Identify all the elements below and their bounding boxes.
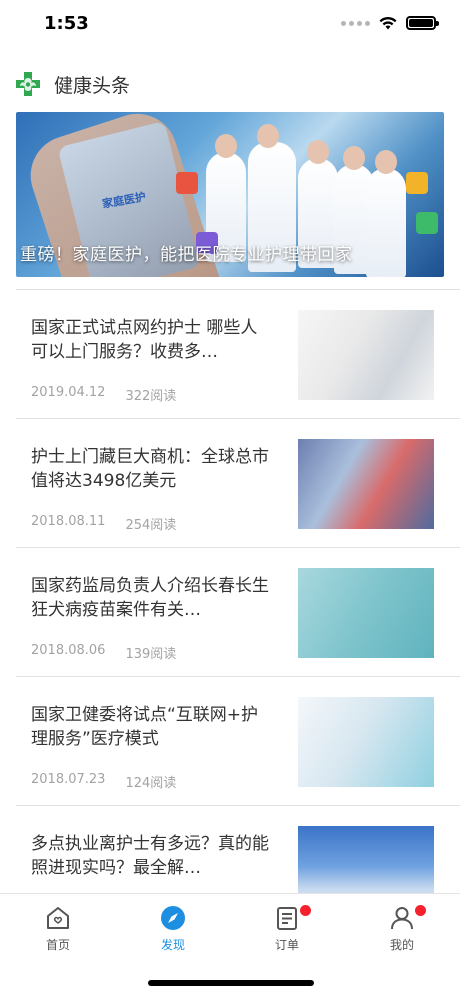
banner-app-icon <box>176 172 198 194</box>
home-indicator <box>148 980 314 986</box>
news-reads: 139阅读 <box>125 647 177 662</box>
signal-icon <box>341 20 370 26</box>
page-title: 健康头条 <box>54 74 131 97</box>
tab-profile[interactable]: 我的 <box>372 904 432 956</box>
news-title: 国家正式试点网约护士 哪些人可以上门服务？收费多… <box>31 318 258 362</box>
news-reads: 254阅读 <box>125 518 177 533</box>
news-thumbnail <box>298 439 434 529</box>
tab-label: 订单 <box>274 938 299 952</box>
tab-label: 我的 <box>389 938 414 952</box>
home-icon <box>47 907 69 929</box>
tab-label: 发现 <box>160 938 185 952</box>
status-bar: 1:53 <box>0 0 460 50</box>
news-title: 国家卫健委将试点“互联网+护理服务”医疗模式 <box>31 705 259 749</box>
wifi-icon <box>379 16 397 30</box>
banner-caption: 重磅！家庭医护，能把医院专业护理带回家 <box>20 245 353 265</box>
banner-app-icon <box>406 172 428 194</box>
news-title: 国家药监局负责人介绍长春长生狂犬病疫苗案件有关… <box>31 576 269 620</box>
health-cross-icon <box>16 72 40 96</box>
battery-icon <box>406 16 439 30</box>
banner-app-icon <box>416 212 438 234</box>
section-header: 健康头条 <box>14 64 130 104</box>
banner[interactable]: 家庭医护 重磅！家庭医护，能把医院专业护理带回家 <box>16 112 444 277</box>
news-item[interactable]: 国家药监局负责人介绍长春长生狂犬病疫苗案件有关… 2018.08.06 139阅… <box>16 547 460 676</box>
order-icon <box>277 907 297 930</box>
tab-bar: 首页 发现 订单 我的 <box>0 893 460 996</box>
profile-icon <box>391 907 413 930</box>
news-meta: 2018.07.23 124阅读 <box>31 772 176 791</box>
news-date: 2018.07.23 <box>31 772 106 787</box>
tab-orders[interactable]: 订单 <box>257 904 317 956</box>
tab-home[interactable]: 首页 <box>28 904 88 956</box>
status-icons <box>341 15 439 31</box>
status-time: 1:53 <box>44 13 89 34</box>
news-item[interactable]: 国家卫健委将试点“互联网+护理服务”医疗模式 2018.07.23 124阅读 <box>16 676 460 805</box>
tab-discover[interactable]: 发现 <box>143 904 203 956</box>
news-meta: 2019.04.12 322阅读 <box>31 385 176 404</box>
news-date: 2018.08.06 <box>31 643 106 658</box>
news-meta: 2018.08.06 139阅读 <box>31 643 176 662</box>
compass-icon <box>161 906 185 930</box>
tab-label: 首页 <box>45 938 70 952</box>
news-title: 多点执业离护士有多远？真的能照进现实吗？最全解… <box>31 834 269 878</box>
banner-nurse <box>366 150 406 277</box>
news-thumbnail <box>298 310 434 400</box>
notification-badge <box>415 905 426 916</box>
news-thumbnail <box>298 568 434 658</box>
news-title: 护士上门藏巨大商机：全球总市值将达3498亿美元 <box>31 447 269 491</box>
news-reads: 124阅读 <box>125 776 177 791</box>
news-meta: 2018.08.11 254阅读 <box>31 514 176 533</box>
news-reads: 322阅读 <box>125 389 177 404</box>
news-list: 国家正式试点网约护士 哪些人可以上门服务？收费多… 2019.04.12 322… <box>16 289 460 934</box>
notification-badge <box>300 905 311 916</box>
news-item[interactable]: 国家正式试点网约护士 哪些人可以上门服务？收费多… 2019.04.12 322… <box>16 289 460 418</box>
news-date: 2019.04.12 <box>31 385 106 400</box>
news-thumbnail <box>298 697 434 787</box>
news-item[interactable]: 护士上门藏巨大商机：全球总市值将达3498亿美元 2018.08.11 254阅… <box>16 418 460 547</box>
news-date: 2018.08.11 <box>31 514 106 529</box>
